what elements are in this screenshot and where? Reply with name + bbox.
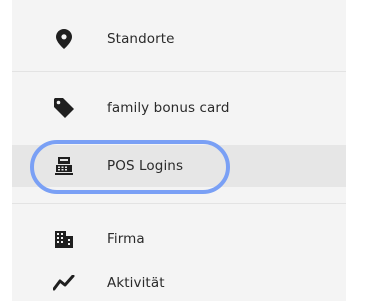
- menu-item-pos-logins[interactable]: POS Logins: [12, 145, 346, 187]
- screenshot-stage: Standorte family bonus card POS Logins F…: [0, 0, 366, 301]
- menu-item-firma[interactable]: Firma: [12, 218, 346, 260]
- menu-item-aktivitaet[interactable]: Aktivität: [12, 262, 346, 301]
- menu-item-family-bonus-card[interactable]: family bonus card: [12, 87, 346, 129]
- cash-register-icon: [52, 154, 76, 178]
- menu-item-label: Standorte: [107, 31, 175, 47]
- menu-item-label: POS Logins: [107, 158, 184, 174]
- location-pin-icon: [52, 27, 76, 51]
- menu-item-label: family bonus card: [107, 100, 230, 116]
- menu-item-standorte[interactable]: Standorte: [12, 18, 346, 60]
- menu-divider: [12, 71, 346, 72]
- menu-divider: [12, 203, 346, 204]
- tag-icon: [52, 96, 76, 120]
- activity-chart-icon: [52, 271, 76, 295]
- menu-item-label: Aktivität: [107, 275, 165, 291]
- building-icon: [52, 227, 76, 251]
- menu-item-label: Firma: [107, 231, 145, 247]
